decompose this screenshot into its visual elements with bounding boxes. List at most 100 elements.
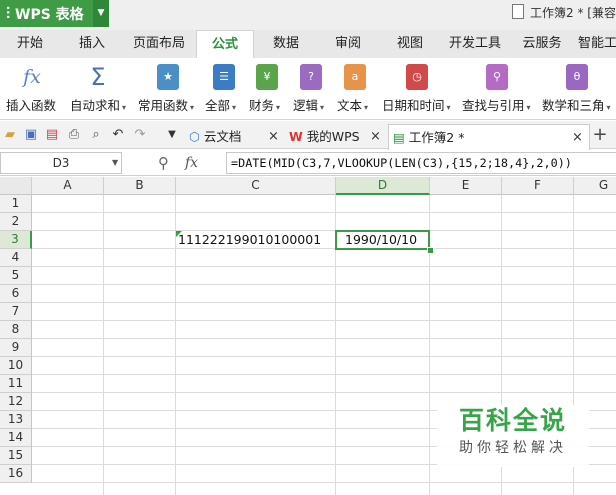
logic-label: 逻辑 [293,98,319,113]
doc-tab-label: 工作簿2 * [408,130,465,145]
all-functions-button[interactable]: ☰ 全部 ▾ [204,60,244,118]
column-header-d[interactable]: D [336,177,430,195]
row-header[interactable]: 3 [0,231,32,249]
close-icon[interactable]: × [268,124,279,149]
logic-functions-button[interactable]: ? 逻辑 ▾ [292,60,332,118]
row-header[interactable]: 10 [0,357,32,375]
lookup-reference-button[interactable]: ⚲ 查找与引用 ▾ [460,60,536,118]
open-folder-icon[interactable]: ▰ [2,127,18,143]
column-header-a[interactable]: A [32,177,104,195]
column-header-b[interactable]: B [104,177,176,195]
redo-icon[interactable]: ↷ [132,127,148,143]
tab-review[interactable]: 审阅 [322,30,374,58]
row-header[interactable]: 11 [0,375,32,393]
tab-view[interactable]: 视图 [384,30,436,58]
undo-icon[interactable]: ↶ [110,127,126,143]
column-header-f[interactable]: F [502,177,574,195]
finance-icon: ¥ [256,64,278,90]
select-all-corner[interactable] [0,177,32,195]
column-header-c[interactable]: C [176,177,336,195]
formula-input[interactable]: =DATE(MID(C3,7,VLOOKUP(LEN(C3),{15,2;18,… [226,152,616,174]
text-functions-button[interactable]: a 文本 ▾ [336,60,376,118]
row-header[interactable]: 4 [0,249,32,267]
doc-tab-cloud-docs[interactable]: ⬡ 云文档 × [186,124,282,149]
fill-handle[interactable] [427,247,434,254]
doc-tab-my-wps[interactable]: W 我的WPS × [286,124,384,149]
finance-label: 财务 [249,98,275,113]
common-functions-label: 常用函数 [138,98,189,113]
cloud-doc-icon: ⬡ [189,129,200,144]
zoom-search-icon[interactable]: ⚲ [158,152,178,174]
new-tab-plus-icon[interactable]: + [592,126,608,144]
export-pdf-icon[interactable]: ▤ [44,127,60,143]
name-box[interactable]: D3 [0,152,122,174]
row-header[interactable]: 1 [0,195,32,213]
row-header[interactable]: 15 [0,447,32,465]
row-header[interactable]: 13 [0,411,32,429]
watermark-title: 百科全说 [458,406,567,435]
wps-app-menu-button[interactable]: ⫶ WPS 表格 [0,0,93,27]
watermark-subtitle: 助你轻松解决 [459,440,567,456]
app-name: WPS 表格 [15,7,84,23]
row-header[interactable]: 7 [0,303,32,321]
row-header[interactable]: 12 [0,393,32,411]
cell-c3[interactable]: 111222199010100001 [176,231,335,249]
row-header[interactable]: 5 [0,267,32,285]
chevron-down-icon: ▾ [190,103,195,112]
star-function-icon: ★ [157,64,179,90]
common-functions-button[interactable]: ★ 常用函数 ▾ [136,60,200,118]
row-header[interactable]: 6 [0,285,32,303]
save-icon[interactable]: ▣ [23,127,39,143]
tab-start[interactable]: 开始 [4,30,56,58]
ribbon-tab-bar: 开始 插入 页面布局 公式 数据 审阅 视图 开发工具 云服务 智能工 [0,30,616,60]
tab-developer[interactable]: 开发工具 [444,30,506,58]
chevron-down-icon: ▾ [606,103,611,112]
doc-tab-workbook2[interactable]: ▤ 工作簿2 * × [388,124,590,150]
close-icon[interactable]: × [572,125,583,150]
name-box-dropdown-icon[interactable]: ▼ [112,152,122,174]
print-icon[interactable]: ⎙ [66,127,82,143]
quick-access-dropdown-icon[interactable]: ▼ [164,127,180,143]
chevron-down-icon: ▾ [232,103,237,112]
date-time-functions-button[interactable]: ◷ 日期和时间 ▾ [380,60,456,118]
document-icon [512,4,524,19]
app-menu-dropdown-icon[interactable]: ▼ [93,0,109,27]
document-title: 工作簿2 * [兼容 [512,0,616,27]
doc-tab-label: 云文档 [203,129,242,144]
tab-cloud-service[interactable]: 云服务 [514,30,570,58]
column-header-e[interactable]: E [430,177,502,195]
autosum-button[interactable]: Σ 自动求和 ▾ [68,60,130,118]
logic-icon: ? [300,64,322,90]
insert-function-button[interactable]: fx 插入函数 [4,60,60,118]
print-preview-icon[interactable]: ⌕ [88,127,104,143]
cell-d3[interactable]: 1990/10/10 [335,230,430,250]
close-icon[interactable]: × [370,124,381,149]
tab-page-layout[interactable]: 页面布局 [128,30,190,58]
column-header-g[interactable]: G [574,177,616,195]
fx-icon[interactable]: fx [185,152,207,174]
row-header[interactable]: 14 [0,429,32,447]
wps-logo-icon: ⫶ [6,4,11,23]
quick-access-bar: ▰ ▣ ▤ ⎙ ⌕ ↶ ↷ ▼ ⬡ 云文档 × W 我的WPS × ▤ 工作簿2… [0,121,616,150]
row-header[interactable]: 2 [0,213,32,231]
row-header[interactable]: 8 [0,321,32,339]
chevron-down-icon: ▾ [364,103,369,112]
fx-icon: fx [23,66,41,88]
autosum-label: 自动求和 [70,98,121,113]
row-header[interactable]: 9 [0,339,32,357]
tab-data[interactable]: 数据 [260,30,312,58]
tab-smart-tools[interactable]: 智能工 [578,30,616,58]
row-header[interactable]: 16 [0,465,32,483]
lookup-icon: ⚲ [486,64,508,90]
math-trig-button[interactable]: θ 数学和三角 ▾ [540,60,616,118]
text-label: 文本 [337,98,363,113]
tab-insert[interactable]: 插入 [66,30,118,58]
all-functions-label: 全部 [205,98,231,113]
finance-functions-button[interactable]: ¥ 财务 ▾ [248,60,288,118]
watermark: 百科全说 助你轻松解决 [437,405,589,467]
chevron-down-icon: ▾ [122,103,127,112]
sheet-doc-icon: ▤ [393,130,405,145]
insert-function-label: 插入函数 [6,98,57,113]
tab-formulas[interactable]: 公式 [196,30,254,60]
clock-icon: ◷ [406,64,428,90]
